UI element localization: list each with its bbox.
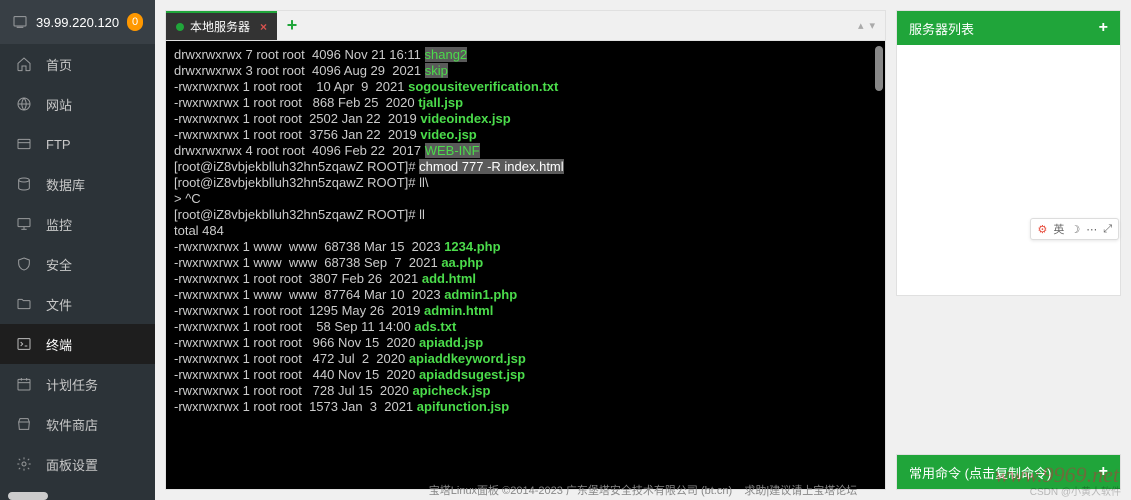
home-icon bbox=[16, 56, 32, 72]
main-area: 本地服务器 × + ▴ ▾ drwxrwxrwx 7 root root 409… bbox=[155, 0, 1131, 500]
copyright: 宝塔Linux面板 ©2014-2023 广东堡塔安全技术有限公司 (bt.cn… bbox=[429, 485, 732, 497]
help-link[interactable]: 求助|建议请上宝塔论坛 bbox=[744, 485, 857, 497]
terminal-scrollbar[interactable] bbox=[875, 46, 883, 91]
sidebar: 39.99.220.120 0 首页网站 FTP 数据库监控安全文件终端计划任务软件… bbox=[0, 0, 155, 500]
terminal-tabs: 本地服务器 × + ▴ ▾ bbox=[166, 11, 885, 41]
sidebar-item-label: 安全 bbox=[46, 255, 72, 274]
globe-icon bbox=[16, 96, 32, 112]
sidebar-item-label: 监控 bbox=[46, 215, 72, 234]
server-list-header: 服务器列表 + bbox=[897, 11, 1120, 45]
shield-icon bbox=[16, 256, 32, 272]
sidebar-item-ftp[interactable]: FTP bbox=[0, 124, 155, 164]
server-ip: 39.99.220.120 bbox=[36, 15, 119, 30]
tab-label: 本地服务器 bbox=[190, 18, 250, 35]
sidebar-item-label: 文件 bbox=[46, 295, 72, 314]
more-icon: ⋯ bbox=[1086, 223, 1097, 236]
status-dot-icon bbox=[176, 23, 184, 31]
sidebar-item-label: 数据库 bbox=[46, 175, 85, 194]
sidebar-item-folder[interactable]: 文件 bbox=[0, 284, 155, 324]
ftp-icon bbox=[16, 136, 32, 152]
server-icon bbox=[12, 14, 28, 30]
terminal-output[interactable]: drwxrwxrwx 7 root root 4096 Nov 21 16:11… bbox=[166, 41, 885, 489]
tab-local-server[interactable]: 本地服务器 × bbox=[166, 11, 277, 40]
ime-toolbar[interactable]: ⚙ 英 ☽ ⋯ ⤢ bbox=[1030, 218, 1119, 240]
monitor-icon bbox=[16, 216, 32, 232]
db-icon bbox=[16, 176, 32, 192]
sidebar-item-label: 首页 bbox=[46, 55, 72, 74]
server-list-body bbox=[897, 45, 1120, 295]
sidebar-item-home[interactable]: 首页 bbox=[0, 44, 155, 84]
right-sidebar: 服务器列表 + 常用命令 (点击复制命令) + bbox=[896, 10, 1121, 490]
paw-icon: ⚙ bbox=[1037, 223, 1047, 236]
sidebar-item-label: 软件商店 bbox=[46, 415, 98, 434]
folder-icon bbox=[16, 296, 32, 312]
add-server-button[interactable]: + bbox=[1099, 19, 1108, 37]
terminal-icon bbox=[16, 336, 32, 352]
commands-title: 常用命令 (点击复制命令) bbox=[909, 463, 1051, 482]
sidebar-item-monitor[interactable]: 监控 bbox=[0, 204, 155, 244]
sidebar-item-shield[interactable]: 安全 bbox=[0, 244, 155, 284]
close-icon[interactable]: × bbox=[260, 20, 267, 34]
sidebar-item-label: 网站 bbox=[46, 95, 72, 114]
moon-icon: ☽ bbox=[1070, 223, 1080, 236]
add-command-button[interactable]: + bbox=[1099, 463, 1108, 481]
sidebar-item-label: 终端 bbox=[46, 335, 72, 354]
expand-icon: ⤢ bbox=[1103, 223, 1112, 236]
sidebar-item-store[interactable]: 软件商店 bbox=[0, 404, 155, 444]
notification-badge[interactable]: 0 bbox=[127, 13, 143, 31]
sidebar-header: 39.99.220.120 0 bbox=[0, 0, 155, 44]
sidebar-item-label: FTP bbox=[46, 137, 71, 152]
ime-lang: 英 bbox=[1053, 221, 1064, 237]
server-list-title: 服务器列表 bbox=[909, 19, 974, 38]
horizontal-scrollbar[interactable] bbox=[8, 492, 48, 500]
gear-icon bbox=[16, 456, 32, 472]
panel-controls: ▴ ▾ bbox=[858, 11, 885, 40]
sidebar-item-globe[interactable]: 网站 bbox=[0, 84, 155, 124]
collapse-down-icon[interactable]: ▾ bbox=[869, 19, 875, 32]
add-tab-button[interactable]: + bbox=[277, 11, 307, 40]
sidebar-item-calendar[interactable]: 计划任务 bbox=[0, 364, 155, 404]
terminal-panel: 本地服务器 × + ▴ ▾ drwxrwxrwx 7 root root 409… bbox=[165, 10, 886, 490]
server-list-card: 服务器列表 + bbox=[896, 10, 1121, 296]
sidebar-item-label: 面板设置 bbox=[46, 455, 98, 474]
calendar-icon bbox=[16, 376, 32, 392]
sidebar-item-label: 计划任务 bbox=[46, 375, 98, 394]
collapse-up-icon[interactable]: ▴ bbox=[858, 19, 864, 32]
sidebar-item-db[interactable]: 数据库 bbox=[0, 164, 155, 204]
sidebar-item-gear[interactable]: 面板设置 bbox=[0, 444, 155, 484]
footer: 宝塔Linux面板 ©2014-2023 广东堡塔安全技术有限公司 (bt.cn… bbox=[155, 482, 1131, 498]
store-icon bbox=[16, 416, 32, 432]
sidebar-item-terminal[interactable]: 终端 bbox=[0, 324, 155, 364]
